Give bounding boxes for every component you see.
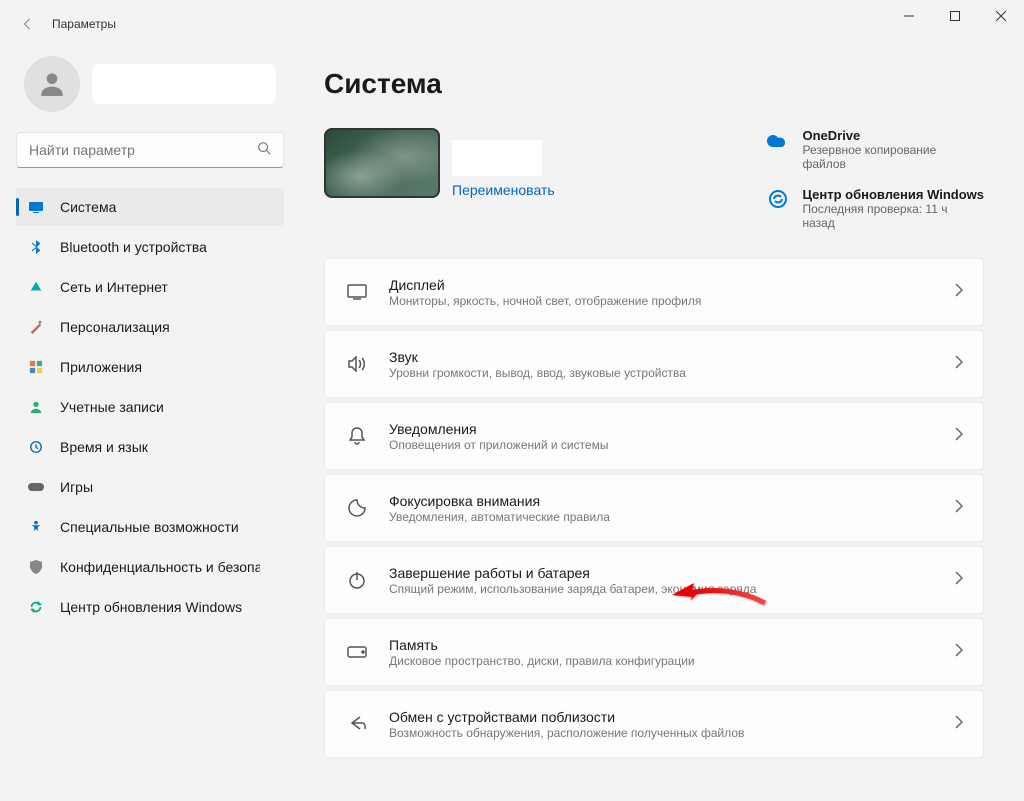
update-sub: Последняя проверка: 11 ч назад bbox=[802, 202, 962, 230]
sidebar-item-time[interactable]: Время и язык bbox=[16, 428, 284, 466]
back-button[interactable] bbox=[8, 4, 48, 44]
setting-sub: Оповещения от приложений и системы bbox=[389, 438, 935, 452]
setting-sub: Спящий режим, использование заряда батар… bbox=[389, 582, 935, 596]
windows-update-status[interactable]: Центр обновления Windows Последняя прове… bbox=[766, 187, 984, 230]
device-status-section: Переименовать OneDrive Резервное копиров… bbox=[324, 128, 984, 230]
setting-sub: Мониторы, яркость, ночной свет, отображе… bbox=[389, 294, 935, 308]
update-icon bbox=[28, 599, 44, 615]
focus-icon bbox=[345, 496, 369, 520]
sidebar-item-apps[interactable]: Приложения bbox=[16, 348, 284, 386]
search-icon bbox=[257, 141, 271, 160]
setting-sub: Дисковое пространство, диски, правила ко… bbox=[389, 654, 935, 668]
sidebar-item-gaming[interactable]: Игры bbox=[16, 468, 284, 506]
sidebar-item-accounts[interactable]: Учетные записи bbox=[16, 388, 284, 426]
sidebar-item-privacy[interactable]: Конфиденциальность и безопасность bbox=[16, 548, 284, 586]
window-controls bbox=[886, 0, 1024, 32]
notifications-icon bbox=[345, 424, 369, 448]
display-icon bbox=[345, 280, 369, 304]
sidebar-item-accessibility[interactable]: Специальные возможности bbox=[16, 508, 284, 546]
minimize-button[interactable] bbox=[886, 0, 932, 32]
device-preview: Переименовать bbox=[324, 128, 555, 198]
chevron-right-icon bbox=[955, 643, 963, 662]
setting-sub: Возможность обнаружения, расположение по… bbox=[389, 726, 935, 740]
setting-notifications[interactable]: УведомленияОповещения от приложений и си… bbox=[324, 402, 984, 470]
nav-label: Учетные записи bbox=[60, 399, 164, 415]
storage-icon bbox=[345, 640, 369, 664]
accounts-icon bbox=[28, 399, 44, 415]
apps-icon bbox=[28, 359, 44, 375]
settings-list: ДисплейМониторы, яркость, ночной свет, о… bbox=[324, 258, 984, 758]
sidebar-item-personalization[interactable]: Персонализация bbox=[16, 308, 284, 346]
setting-title: Дисплей bbox=[389, 277, 935, 293]
nav-list: Система Bluetooth и устройства Сеть и Ин… bbox=[16, 188, 284, 626]
nav-label: Центр обновления Windows bbox=[60, 599, 242, 615]
onedrive-status[interactable]: OneDrive Резервное копирование файлов bbox=[766, 128, 984, 171]
setting-focus[interactable]: Фокусировка вниманияУведомления, автомат… bbox=[324, 474, 984, 542]
setting-title: Фокусировка внимания bbox=[389, 493, 935, 509]
chevron-right-icon bbox=[955, 499, 963, 518]
sidebar-item-system[interactable]: Система bbox=[16, 188, 284, 226]
chevron-right-icon bbox=[955, 571, 963, 590]
nav-label: Персонализация bbox=[60, 319, 170, 335]
main-content: Система Переименовать OneDrive bbox=[300, 48, 1024, 801]
onedrive-icon bbox=[766, 128, 790, 152]
accessibility-icon bbox=[28, 519, 44, 535]
setting-sub: Уведомления, автоматические правила bbox=[389, 510, 935, 524]
personalization-icon bbox=[28, 319, 44, 335]
user-section[interactable] bbox=[16, 48, 284, 132]
rename-link[interactable]: Переименовать bbox=[452, 182, 555, 198]
setting-nearby-share[interactable]: Обмен с устройствами поблизостиВозможнос… bbox=[324, 690, 984, 758]
onedrive-title: OneDrive bbox=[802, 128, 962, 143]
monitor-thumbnail bbox=[324, 128, 440, 198]
gaming-icon bbox=[28, 479, 44, 495]
search-box[interactable] bbox=[16, 132, 284, 168]
nav-label: Игры bbox=[60, 479, 93, 495]
avatar bbox=[24, 56, 80, 112]
nav-label: Время и язык bbox=[60, 439, 148, 455]
maximize-button[interactable] bbox=[932, 0, 978, 32]
nav-label: Система bbox=[60, 199, 116, 215]
device-name-masked bbox=[452, 140, 542, 176]
search-input[interactable] bbox=[29, 142, 257, 158]
power-icon bbox=[345, 568, 369, 592]
nav-label: Сеть и Интернет bbox=[60, 279, 168, 295]
network-icon bbox=[28, 279, 44, 295]
setting-title: Обмен с устройствами поблизости bbox=[389, 709, 935, 725]
chevron-right-icon bbox=[955, 715, 963, 734]
onedrive-sub: Резервное копирование файлов bbox=[802, 143, 962, 171]
time-icon bbox=[28, 439, 44, 455]
chevron-right-icon bbox=[955, 427, 963, 446]
setting-display[interactable]: ДисплейМониторы, яркость, ночной свет, о… bbox=[324, 258, 984, 326]
setting-title: Память bbox=[389, 637, 935, 653]
setting-power[interactable]: Завершение работы и батареяСпящий режим,… bbox=[324, 546, 984, 614]
sidebar-item-update[interactable]: Центр обновления Windows bbox=[16, 588, 284, 626]
close-button[interactable] bbox=[978, 0, 1024, 32]
chevron-right-icon bbox=[955, 355, 963, 374]
setting-title: Звук bbox=[389, 349, 935, 365]
nav-label: Специальные возможности bbox=[60, 519, 239, 535]
window-title: Параметры bbox=[52, 17, 116, 31]
setting-title: Завершение работы и батарея bbox=[389, 565, 935, 581]
setting-title: Уведомления bbox=[389, 421, 935, 437]
chevron-right-icon bbox=[955, 283, 963, 302]
windows-update-icon bbox=[766, 187, 790, 211]
nav-label: Конфиденциальность и безопасность bbox=[60, 559, 260, 575]
setting-sub: Уровни громкости, вывод, ввод, звуковые … bbox=[389, 366, 935, 380]
page-title: Система bbox=[324, 68, 984, 100]
sidebar-item-bluetooth[interactable]: Bluetooth и устройства bbox=[16, 228, 284, 266]
sidebar-item-network[interactable]: Сеть и Интернет bbox=[16, 268, 284, 306]
system-icon bbox=[28, 199, 44, 215]
bluetooth-icon bbox=[28, 239, 44, 255]
share-icon bbox=[345, 712, 369, 736]
titlebar: Параметры bbox=[0, 0, 1024, 48]
sidebar: Система Bluetooth и устройства Сеть и Ин… bbox=[0, 48, 300, 801]
nav-label: Приложения bbox=[60, 359, 142, 375]
setting-storage[interactable]: ПамятьДисковое пространство, диски, прав… bbox=[324, 618, 984, 686]
update-title: Центр обновления Windows bbox=[802, 187, 984, 202]
user-name-masked bbox=[92, 64, 276, 104]
sound-icon bbox=[345, 352, 369, 376]
privacy-icon bbox=[28, 559, 44, 575]
nav-label: Bluetooth и устройства bbox=[60, 239, 207, 255]
setting-sound[interactable]: ЗвукУровни громкости, вывод, ввод, звуко… bbox=[324, 330, 984, 398]
